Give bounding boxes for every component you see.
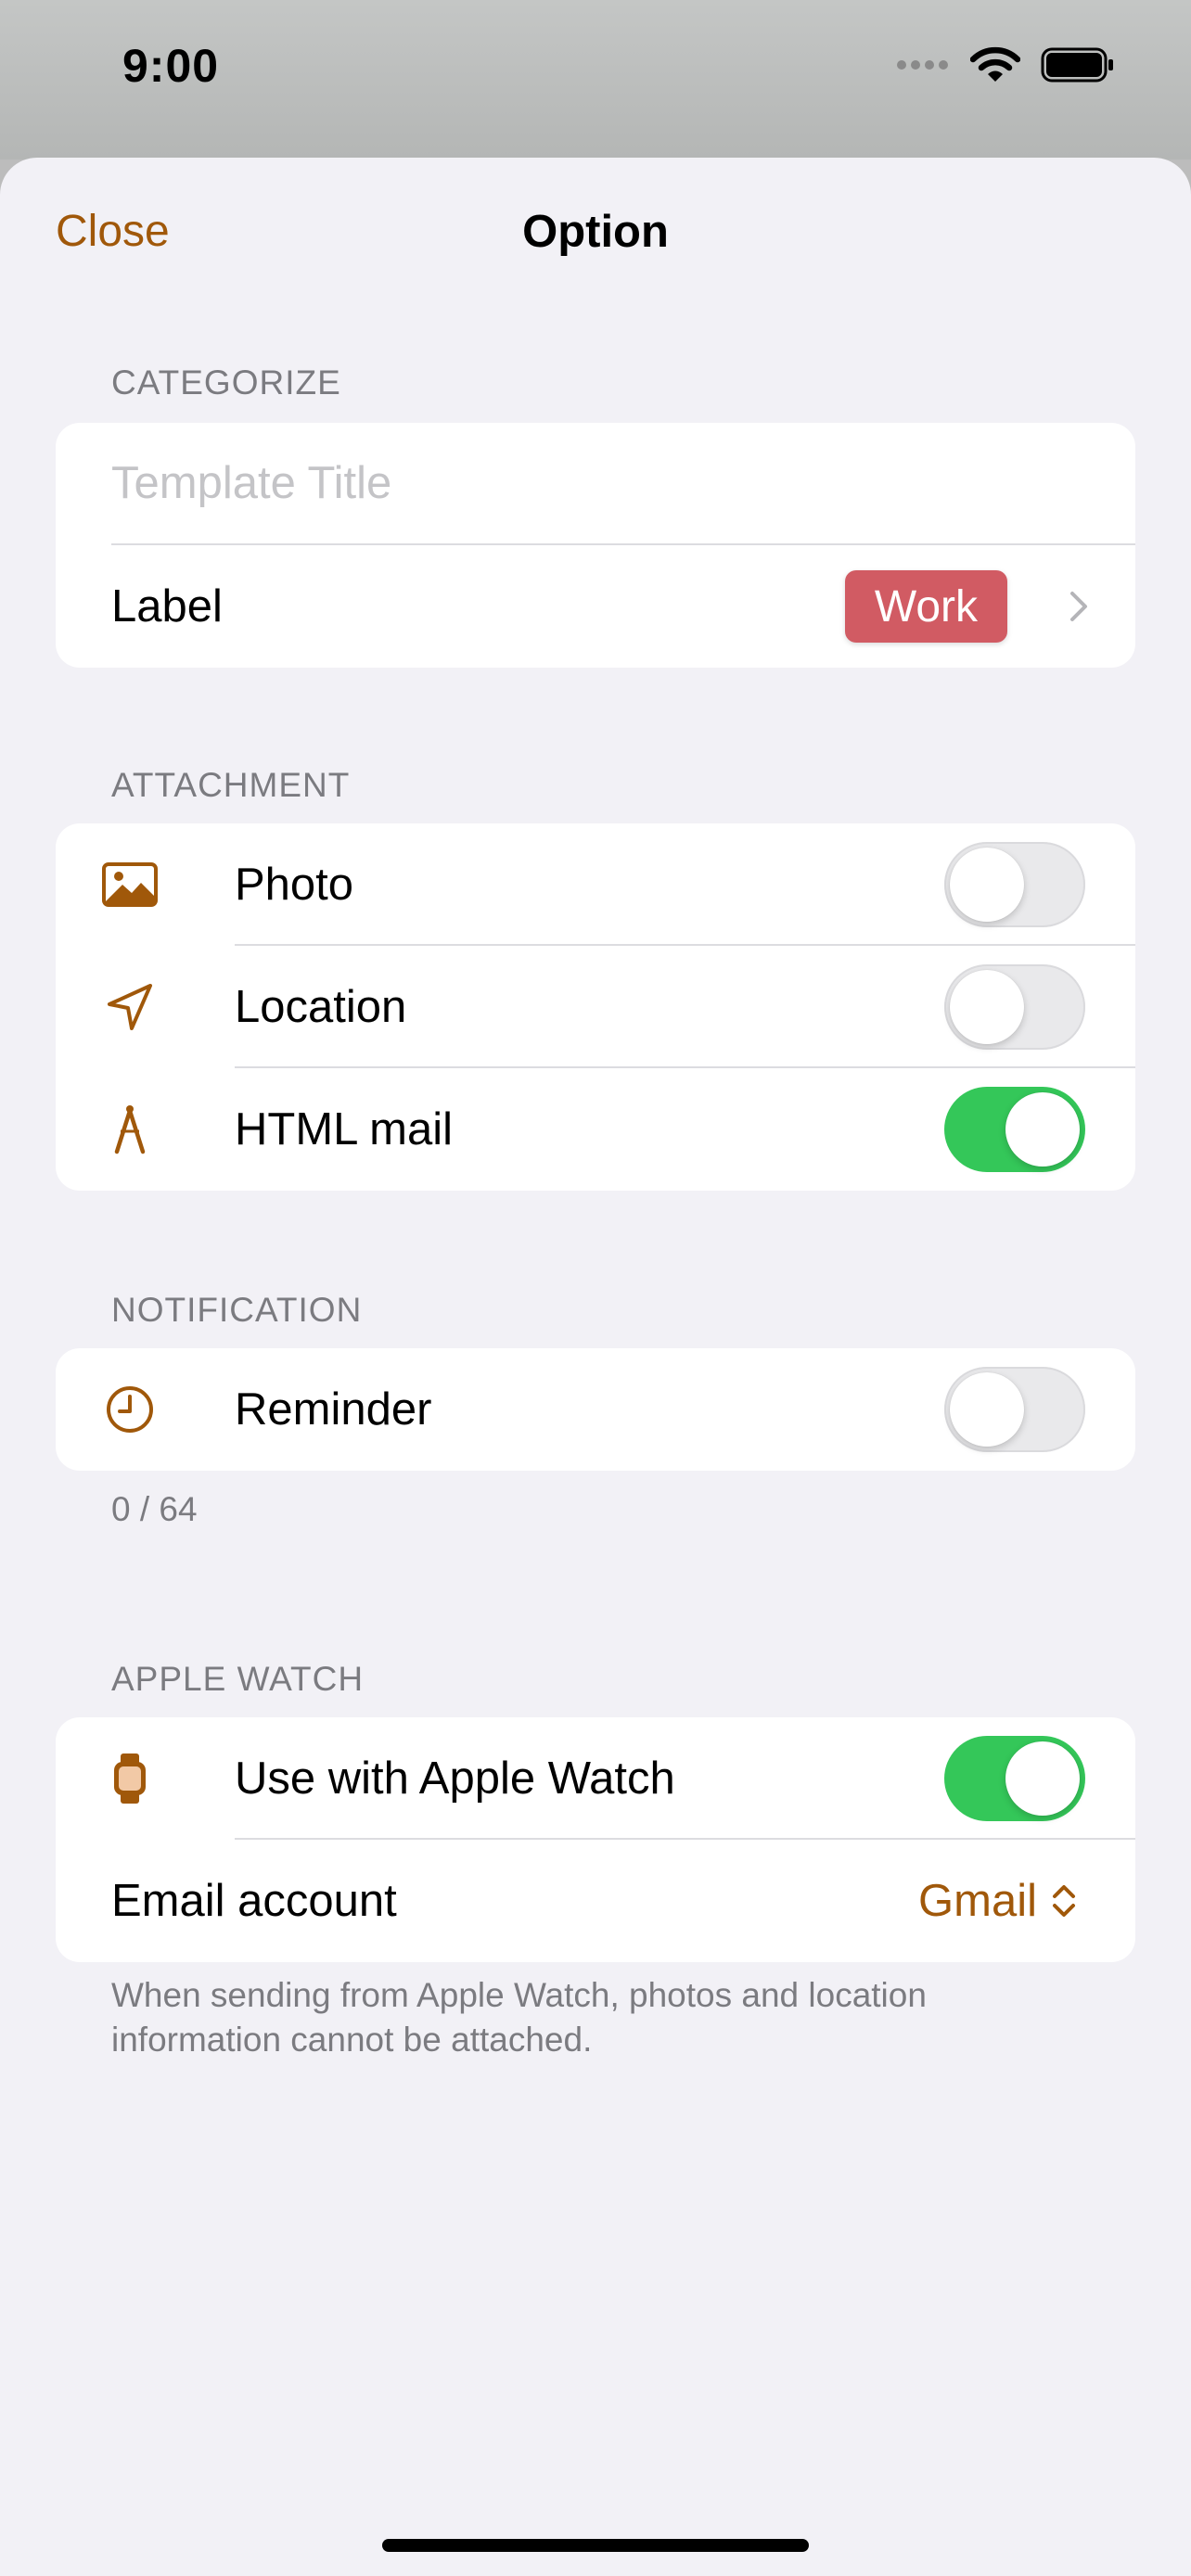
- use-apple-watch-row: Use with Apple Watch: [56, 1717, 1135, 1840]
- status-time: 9:00: [122, 40, 220, 92]
- location-row: Location: [56, 946, 1135, 1068]
- html-mail-row: HTML mail: [56, 1068, 1135, 1191]
- use-apple-watch-label: Use with Apple Watch: [235, 1753, 675, 1804]
- page-title: Option: [522, 207, 669, 257]
- section-header-categorize: CATEGORIZE: [111, 363, 341, 402]
- apple-watch-note: When sending from Apple Watch, photos an…: [111, 1976, 927, 2059]
- location-toggle[interactable]: [944, 964, 1085, 1050]
- photo-row: Photo: [56, 823, 1135, 946]
- section-header-attachment: ATTACHMENT: [111, 766, 351, 804]
- html-mail-toggle[interactable]: [944, 1087, 1085, 1172]
- wifi-icon: [970, 46, 1020, 82]
- apple-watch-group: Use with Apple Watch Email account Gmail: [56, 1717, 1135, 1962]
- apple-watch-icon: [91, 1717, 169, 1840]
- reminder-row: Reminder: [56, 1348, 1135, 1471]
- toggle-knob: [950, 848, 1024, 922]
- compass-drawing-icon: [91, 1068, 169, 1191]
- label-row[interactable]: Label Work: [56, 545, 1135, 668]
- status-icons: [896, 46, 1115, 83]
- location-label: Location: [235, 982, 407, 1032]
- location-arrow-icon: [91, 946, 169, 1068]
- template-title-row: [56, 423, 1135, 545]
- battery-icon: [1041, 47, 1113, 83]
- photo-toggle[interactable]: [944, 842, 1085, 927]
- toggle-knob: [1005, 1092, 1080, 1167]
- chevron-up-down-icon: [1053, 1885, 1075, 1917]
- toggle-knob: [950, 970, 1024, 1044]
- attachment-group: Photo Location HTML mail: [56, 823, 1135, 1191]
- reminder-toggle[interactable]: [944, 1367, 1085, 1452]
- status-bar: 9:00: [0, 0, 1191, 159]
- toggle-knob: [1005, 1741, 1080, 1816]
- notification-group: Reminder: [56, 1348, 1135, 1471]
- chevron-right-icon: [1070, 592, 1087, 621]
- navigation-bar: Close Option: [0, 158, 1191, 315]
- email-account-value: Gmail: [918, 1876, 1037, 1926]
- categorize-group: Label Work: [56, 423, 1135, 668]
- html-mail-label: HTML mail: [235, 1104, 454, 1154]
- photo-icon: [91, 823, 169, 946]
- email-account-picker[interactable]: Gmail: [918, 1875, 1078, 1927]
- cellular-signal-icon: [897, 60, 948, 70]
- section-header-notification: NOTIFICATION: [111, 1291, 363, 1329]
- email-account-row: Email account Gmail: [56, 1840, 1135, 1962]
- template-title-input[interactable]: [111, 423, 1113, 543]
- clock-icon: [91, 1348, 169, 1471]
- option-sheet: Close Option CATEGORIZE Label Work ATTAC…: [0, 158, 1191, 2576]
- label-badge: Work: [844, 570, 1007, 643]
- email-account-label: Email account: [111, 1876, 397, 1926]
- use-apple-watch-toggle[interactable]: [944, 1736, 1085, 1821]
- photo-label: Photo: [235, 860, 354, 910]
- toggle-knob: [950, 1372, 1024, 1447]
- reminder-label: Reminder: [235, 1384, 432, 1435]
- home-indicator: [382, 2539, 809, 2552]
- reminder-count: 0 / 64: [111, 1490, 198, 1528]
- section-header-apple-watch: APPLE WATCH: [111, 1660, 365, 1698]
- label-text: Label: [111, 581, 223, 631]
